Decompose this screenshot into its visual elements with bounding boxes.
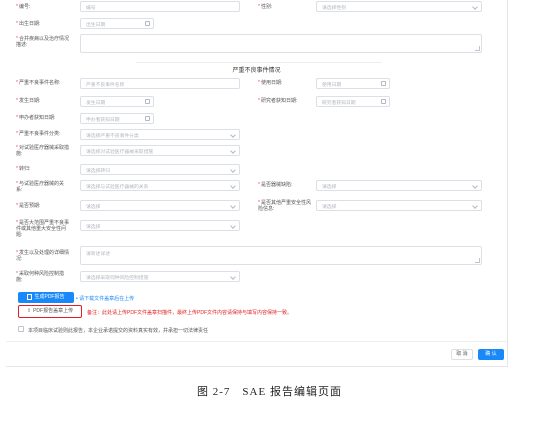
footer-divider <box>6 341 507 342</box>
outcome-label: *转归: <box>16 166 31 172</box>
wide-risk-label: *是否大范围严重不良事 件或其他重大安全性问 题: <box>16 220 69 238</box>
chevron-down-icon <box>472 4 478 10</box>
risk-control-label: *采取何种风险控制措 施: <box>16 271 64 283</box>
history-textarea[interactable] <box>80 34 482 53</box>
calendar-icon <box>145 99 150 104</box>
outcome-select[interactable]: 请选择转归 <box>80 164 240 175</box>
calendar-icon <box>381 81 386 86</box>
relation-label: *与试验医疗器械的关 系: <box>16 181 64 193</box>
expected-label: *是否预期: <box>16 203 41 209</box>
document-icon <box>27 293 33 300</box>
chevron-down-icon <box>230 132 236 138</box>
bullet-icon: • <box>76 296 78 302</box>
chevron-down-icon <box>230 274 236 280</box>
calendar-icon <box>145 21 150 26</box>
id-label: *编号: <box>16 4 31 10</box>
device-defect-label: *是否器械缺陷: <box>258 182 293 188</box>
gender-label: *性别: <box>258 4 273 10</box>
history-label: *合并疾病以及治疗情况 描述: <box>16 36 69 48</box>
chevron-down-icon <box>230 183 236 189</box>
aware-date-picker[interactable]: 研究者获知日期 <box>316 96 390 107</box>
sae-category-select[interactable]: 请选择严重不良事件分类 <box>80 129 240 140</box>
upload-note: 备注：此处请上传PDF文件盖章扫描件，最终上传PDF文件内容请保持与填写内容保持… <box>87 310 293 316</box>
sae-category-label: *严重不良事件分类: <box>16 131 61 137</box>
sae-name-label: *严重不良事件名称: <box>16 80 61 86</box>
resize-grip-icon <box>475 46 480 51</box>
commitment-checkbox[interactable] <box>18 326 24 332</box>
sae-name-input[interactable]: 严重不良事件名称 <box>80 78 240 89</box>
calendar-icon <box>381 99 386 104</box>
commitment-text: 本项目临床试验则此报告，本企业承诺提交的资料真实有效，并承担一切法律责任 <box>28 328 209 334</box>
aware-date-label: *研究者获知日期: <box>258 98 298 104</box>
chevron-down-icon <box>230 223 236 229</box>
relation-select[interactable]: 请选择与试验医疗器械的关系 <box>80 180 240 191</box>
chevron-down-icon <box>472 183 478 189</box>
sponsor-aware-date-label: *申办者获知日期: <box>16 115 56 121</box>
cancel-button[interactable]: 取 消 <box>451 349 473 360</box>
details-textarea[interactable]: 请简述详述 <box>80 246 482 265</box>
device-measures-select[interactable]: 请选择对试验医疗器械采取措施 <box>80 145 240 156</box>
wide-risk-select[interactable]: 请选择 <box>80 220 240 231</box>
sae-edit-form: *编号: 编号 *性别: 请选择性别 *出生日期: 出生日期 *合并疾病以及治疗… <box>6 0 508 367</box>
birth-date-label: *出生日期: <box>16 21 41 27</box>
chevron-down-icon <box>230 203 236 209</box>
resize-grip-icon <box>475 258 480 263</box>
use-date-label: *使用日期: <box>258 80 283 86</box>
chevron-down-icon <box>230 167 236 173</box>
confirm-button[interactable]: 确 认 <box>478 349 504 360</box>
other-risk-label: *是否其他严重安全性风 险信息: <box>258 200 311 212</box>
use-date-picker[interactable]: 使用日期 <box>316 78 390 89</box>
other-risk-select[interactable]: 请选择 <box>316 200 482 211</box>
device-defect-select[interactable]: 请选择 <box>316 180 482 191</box>
birth-date-picker[interactable]: 出生日期 <box>80 18 154 29</box>
calendar-icon <box>145 116 150 121</box>
upload-icon: ⇧ <box>26 308 32 314</box>
sponsor-aware-date-picker[interactable]: 申办者获知日期 <box>80 113 154 124</box>
download-hint: • 请下载文件盖章后在上传 <box>76 296 135 302</box>
risk-control-select[interactable]: 请选择采取何种风险控制措施 <box>80 271 240 282</box>
id-input[interactable]: 编号 <box>80 1 240 12</box>
occur-date-picker[interactable]: 发生日期 <box>80 96 154 107</box>
upload-pdf-button[interactable]: ⇧ PDF报告盖章上传 <box>18 305 82 318</box>
figure-caption: 图 2-7 SAE 报告编辑页面 <box>197 386 342 398</box>
details-label: *发生以及处理的详细情 况: <box>16 250 69 262</box>
device-measures-label: *对试验医疗器械采取措 施: <box>16 145 69 157</box>
occur-date-label: *发生日期: <box>16 98 41 104</box>
section-title: 严重不良事件情况 <box>232 68 281 74</box>
chevron-down-icon <box>230 148 236 154</box>
generate-pdf-button[interactable]: 生成PDF报告 <box>18 292 74 303</box>
expected-select[interactable]: 请选择 <box>80 200 240 211</box>
divider <box>136 62 382 63</box>
chevron-down-icon <box>472 203 478 209</box>
gender-select[interactable]: 请选择性别 <box>316 1 482 12</box>
